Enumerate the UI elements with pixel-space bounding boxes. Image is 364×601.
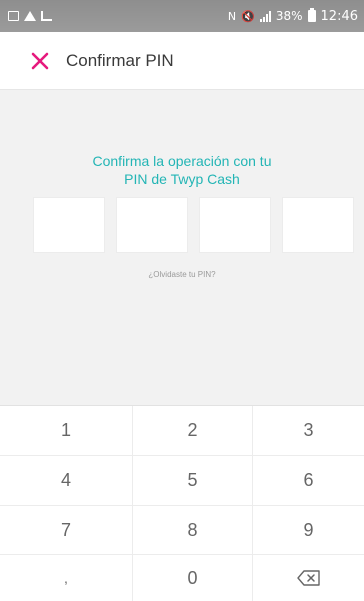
forgot-pin-link[interactable]: ¿Olvidaste tu PIN?: [0, 270, 364, 279]
pin-entry-area: Confirma la operación con tu PIN de Twyp…: [0, 90, 364, 405]
warning-icon: [24, 11, 36, 21]
key-0[interactable]: 0: [133, 555, 253, 601]
status-left-icons: [8, 11, 52, 21]
cast-icon: [41, 11, 52, 21]
backspace-icon: [296, 570, 320, 586]
key-4[interactable]: 4: [0, 456, 133, 506]
key-9[interactable]: 9: [253, 506, 364, 555]
close-icon: [31, 52, 49, 69]
pin-digit-box-1[interactable]: [33, 197, 105, 253]
pin-prompt-line2: PIN de Twyp Cash: [124, 171, 240, 187]
key-5[interactable]: 5: [133, 456, 253, 506]
pin-digit-box-4[interactable]: [282, 197, 354, 253]
key-2[interactable]: 2: [133, 406, 253, 456]
pin-prompt: Confirma la operación con tu PIN de Twyp…: [0, 152, 364, 188]
numeric-keypad: 1 2 3 4 5 6 7 8 9 , 0: [0, 405, 364, 601]
key-6[interactable]: 6: [253, 456, 364, 506]
mute-icon: 🔇: [241, 9, 255, 23]
battery-percent: 38%: [275, 9, 303, 23]
backspace-button[interactable]: [253, 555, 364, 601]
close-button[interactable]: [16, 32, 64, 90]
pin-digit-box-3[interactable]: [199, 197, 271, 253]
key-8[interactable]: 8: [133, 506, 253, 555]
gallery-icon: [8, 11, 19, 21]
key-3[interactable]: 3: [253, 406, 364, 456]
status-bar: N 🔇 38% 12:46: [0, 0, 364, 32]
signal-icon: [259, 10, 271, 22]
key-comma[interactable]: ,: [0, 555, 133, 601]
page-title: Confirmar PIN: [66, 50, 174, 70]
status-time: 12:46: [320, 8, 358, 24]
key-1[interactable]: 1: [0, 406, 133, 456]
pin-digit-box-2[interactable]: [116, 197, 188, 253]
status-right-icons: N 🔇 38% 12:46: [227, 8, 358, 24]
nfc-icon: N: [227, 9, 237, 23]
key-7[interactable]: 7: [0, 506, 133, 555]
app-bar: Confirmar PIN: [0, 32, 364, 90]
battery-icon: [307, 8, 316, 22]
pin-digit-row: [33, 197, 354, 253]
pin-prompt-line1: Confirma la operación con tu: [92, 153, 272, 169]
